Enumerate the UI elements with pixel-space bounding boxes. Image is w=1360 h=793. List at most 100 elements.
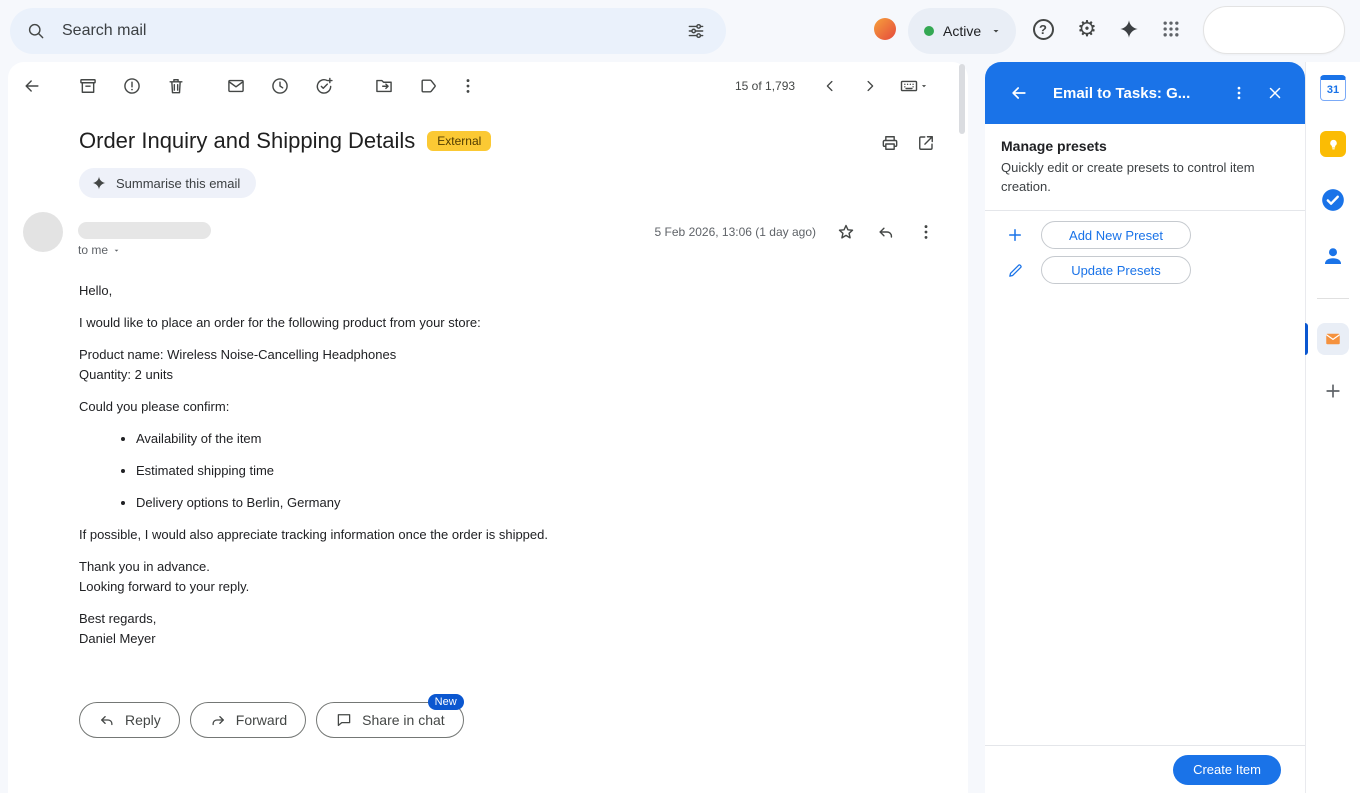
- message-date: 5 Feb 2026, 13:06 (1 day ago): [655, 225, 816, 239]
- signoff-line: Best regards,: [79, 611, 156, 626]
- archive-button[interactable]: [68, 66, 108, 106]
- summarise-email-button[interactable]: Summarise this email: [79, 168, 256, 198]
- body-confirm-intro: Could you please confirm:: [79, 397, 899, 417]
- newer-message-button[interactable]: [810, 66, 850, 106]
- close-icon: [1266, 84, 1284, 102]
- confirm-list: Availability of the item Estimated shipp…: [79, 429, 899, 513]
- print-button[interactable]: [870, 123, 910, 163]
- mark-unread-button[interactable]: [216, 66, 256, 106]
- snooze-button[interactable]: [260, 66, 300, 106]
- email-body: Hello, I would like to place an order fo…: [79, 281, 899, 661]
- addon-panel-body: Manage presets Quickly edit or create pr…: [985, 124, 1305, 745]
- search-input[interactable]: Search mail: [62, 22, 676, 40]
- body-tracking: If possible, I would also appreciate tra…: [79, 525, 899, 545]
- email-to-tasks-addon-button[interactable]: [1317, 323, 1349, 355]
- more-options-button[interactable]: [448, 66, 488, 106]
- delete-button[interactable]: [156, 66, 196, 106]
- star-button[interactable]: [826, 212, 866, 252]
- print-icon: [880, 133, 900, 153]
- contacts-icon: [1321, 244, 1345, 268]
- update-preset-row: Update Presets: [1001, 256, 1289, 284]
- message-more-button[interactable]: [906, 212, 946, 252]
- add-to-tasks-button[interactable]: [304, 66, 344, 106]
- help-icon: ?: [1033, 19, 1054, 40]
- rail-divider: [1317, 298, 1349, 299]
- open-in-new-button[interactable]: [906, 123, 946, 163]
- reply-button[interactable]: Reply: [79, 702, 180, 738]
- gear-icon: ⚙: [1077, 18, 1097, 40]
- calendar-icon: 31: [1320, 75, 1346, 101]
- pencil-icon: [1007, 262, 1024, 279]
- older-message-button[interactable]: [850, 66, 890, 106]
- message-meta: 5 Feb 2026, 13:06 (1 day ago): [655, 212, 946, 252]
- plus-icon: [1006, 226, 1024, 244]
- sender-signature: Daniel Meyer: [79, 631, 156, 646]
- search-filters-icon[interactable]: [676, 11, 716, 51]
- star-icon: [836, 222, 856, 242]
- thanks-line: Looking forward to your reply.: [79, 579, 249, 594]
- panel-back-button[interactable]: [1001, 75, 1037, 111]
- active-addon-row: [1306, 323, 1360, 355]
- more-vert-icon: [1230, 84, 1248, 102]
- addon-title: Email to Tasks: G...: [1053, 85, 1221, 102]
- chevron-down-icon: [990, 25, 1002, 37]
- open-in-new-icon: [916, 133, 936, 153]
- email-subject: Order Inquiry and Shipping Details: [79, 128, 415, 154]
- apps-grid-button[interactable]: [1151, 9, 1191, 49]
- external-badge: External: [427, 131, 491, 151]
- search-icon[interactable]: [16, 11, 56, 51]
- profile-avatar[interactable]: [874, 18, 896, 40]
- get-addons-button[interactable]: [1313, 371, 1353, 411]
- keep-app-button[interactable]: [1313, 124, 1353, 164]
- report-spam-button[interactable]: [112, 66, 152, 106]
- scrollbar-thumb[interactable]: [959, 64, 965, 134]
- message-counter: 15 of 1,793: [735, 62, 795, 110]
- search-bar[interactable]: Search mail: [10, 8, 726, 54]
- back-button[interactable]: [12, 66, 52, 106]
- forward-button[interactable]: Forward: [190, 702, 306, 738]
- thanks-line: Thank you in advance.: [79, 559, 210, 574]
- input-tools-button[interactable]: [888, 66, 940, 106]
- help-button[interactable]: ?: [1023, 9, 1063, 49]
- gemini-button[interactable]: [1109, 9, 1149, 49]
- quantity-line: Quantity: 2 units: [79, 367, 173, 382]
- contacts-app-button[interactable]: [1313, 236, 1353, 276]
- reply-icon-button[interactable]: [866, 212, 906, 252]
- add-icon-button[interactable]: [1001, 221, 1029, 249]
- addon-panel-header: Email to Tasks: G...: [985, 62, 1305, 124]
- share-in-chat-button[interactable]: Share in chat New: [316, 702, 464, 738]
- list-item: Delivery options to Berlin, Germany: [136, 493, 899, 513]
- product-line: Product name: Wireless Noise-Cancelling …: [79, 347, 396, 362]
- workspace-logo: [1203, 6, 1345, 54]
- tasks-app-button[interactable]: [1313, 180, 1353, 220]
- list-item: Estimated shipping time: [136, 461, 899, 481]
- settings-button[interactable]: ⚙: [1067, 9, 1107, 49]
- status-label: Active: [943, 23, 981, 39]
- chevron-down-icon: [112, 246, 121, 255]
- companion-rail: 31: [1305, 62, 1360, 793]
- keyboard-icon: [899, 76, 919, 96]
- recipient-details-button[interactable]: to me: [78, 243, 121, 257]
- calendar-app-button[interactable]: 31: [1313, 68, 1353, 108]
- labels-button[interactable]: [408, 66, 448, 106]
- addon-panel: Email to Tasks: G... Manage presets Quic…: [985, 62, 1305, 793]
- subject-row: Order Inquiry and Shipping Details Exter…: [79, 128, 491, 154]
- panel-close-button[interactable]: [1257, 75, 1293, 111]
- body-product: Product name: Wireless Noise-Cancelling …: [79, 345, 899, 385]
- sender-avatar[interactable]: [23, 212, 63, 252]
- status-selector[interactable]: Active: [908, 8, 1016, 54]
- sender-row: to me 5 Feb 2026, 13:06 (1 day ago): [23, 212, 946, 256]
- add-preset-row: Add New Preset: [1001, 221, 1289, 249]
- reply-icon: [876, 222, 896, 242]
- panel-more-button[interactable]: [1221, 75, 1257, 111]
- create-item-button[interactable]: Create Item: [1173, 755, 1281, 785]
- gmail-app: Search mail Active ? ⚙: [0, 0, 1360, 793]
- update-presets-button[interactable]: Update Presets: [1041, 256, 1191, 284]
- gemini-sparkle-icon: [91, 175, 107, 191]
- sender-name-redacted: [78, 222, 211, 239]
- keep-icon: [1320, 131, 1346, 157]
- edit-icon-button[interactable]: [1001, 256, 1029, 284]
- chevron-down-icon: [919, 81, 929, 91]
- add-new-preset-button[interactable]: Add New Preset: [1041, 221, 1191, 249]
- move-to-button[interactable]: [364, 66, 404, 106]
